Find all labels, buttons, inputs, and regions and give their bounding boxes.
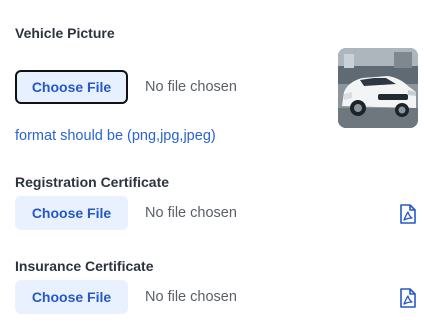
document-upload-form: Vehicle Picture Choose File No file chos… [0,0,424,336]
vehicle-picture-choose-file-button[interactable]: Choose File [15,70,128,104]
registration-certificate-choose-file-button[interactable]: Choose File [15,196,128,230]
registration-certificate-pdf-icon[interactable] [399,204,417,224]
vehicle-picture-file-status: No file chosen [145,79,237,95]
car-photo-icon [338,48,418,128]
insurance-certificate-file-status: No file chosen [145,289,237,305]
registration-certificate-file-status: No file chosen [145,205,237,221]
insurance-certificate-pdf-icon[interactable] [399,288,417,308]
insurance-certificate-choose-file-button[interactable]: Choose File [15,280,128,314]
registration-certificate-label: Registration Certificate [15,174,170,190]
vehicle-picture-label: Vehicle Picture [15,25,115,41]
vehicle-picture-thumbnail[interactable] [338,48,418,128]
insurance-certificate-label: Insurance Certificate [15,258,154,274]
vehicle-picture-format-hint: format should be (png,jpg,jpeg) [15,128,216,144]
